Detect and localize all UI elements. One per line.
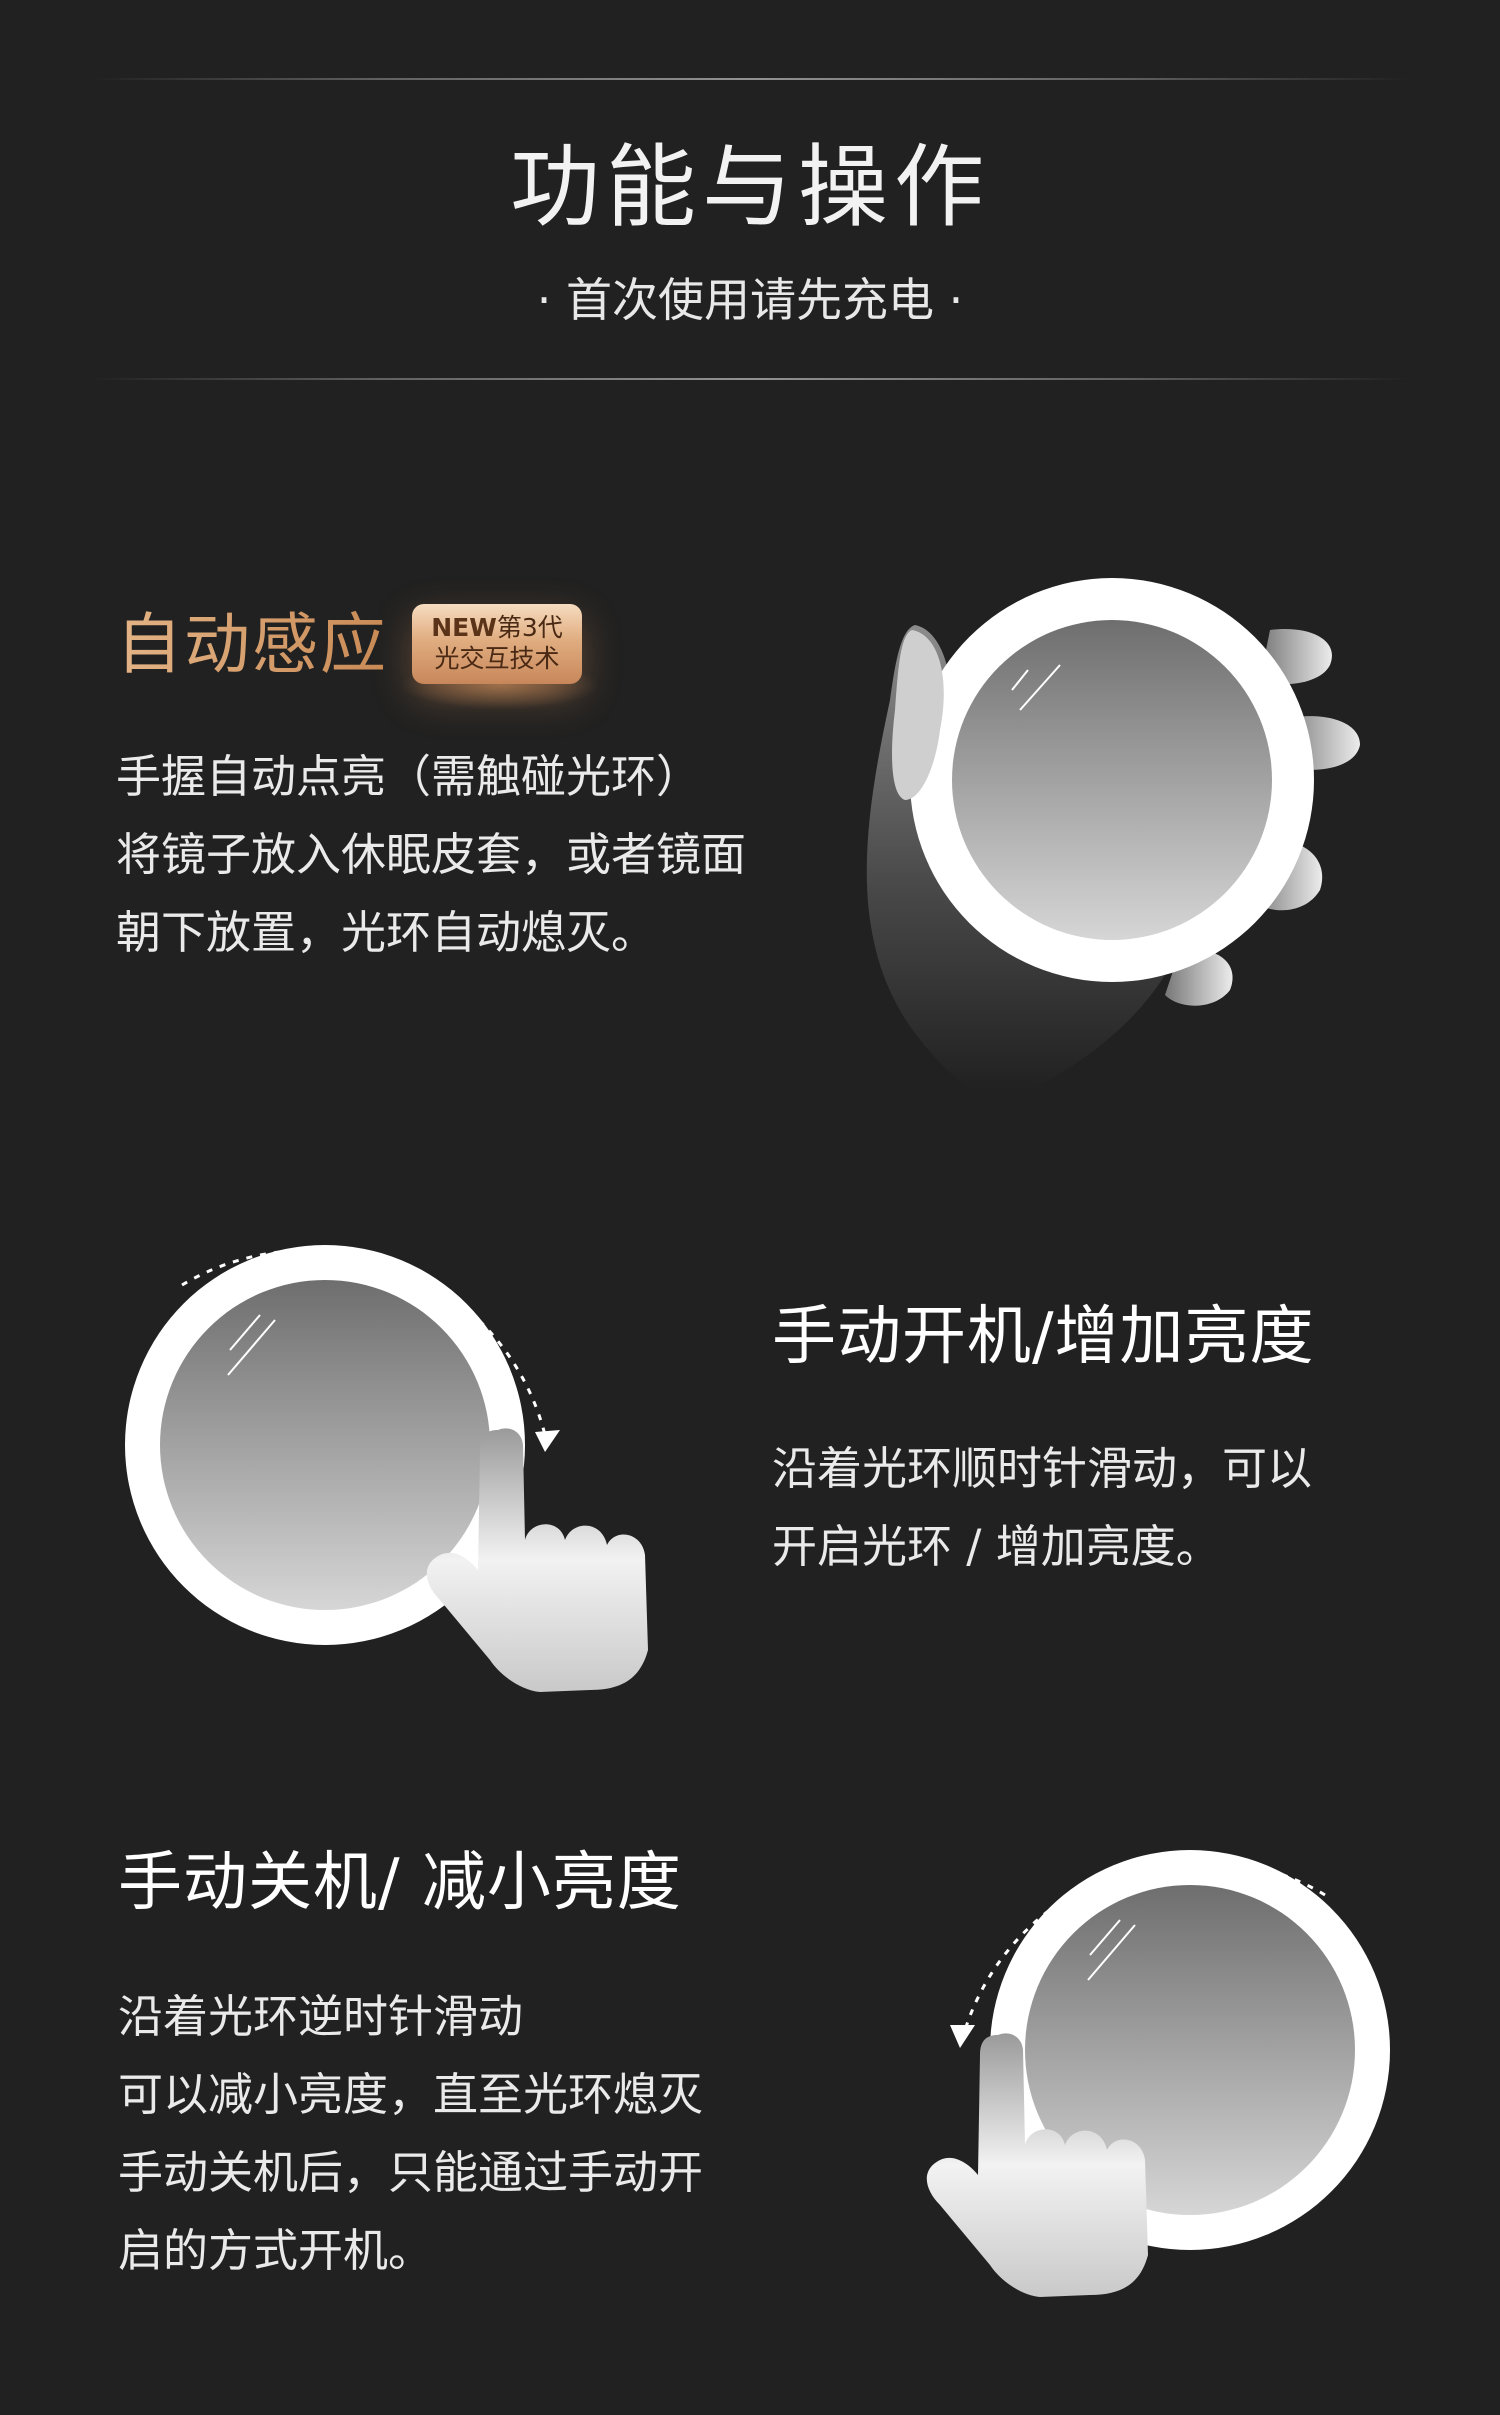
- clockwise-swipe-illustration: [125, 1245, 648, 1692]
- description-line: 可以减小亮度，直至光环熄灭: [118, 2068, 704, 2121]
- description-line: 沿着光环逆时针滑动: [118, 1990, 524, 2043]
- manual-on-description: 沿着光环顺时针滑动，可以 开启光环 / 增加亮度。: [772, 1430, 1312, 1586]
- counterclockwise-swipe-illustration: [926, 1850, 1390, 2297]
- manual-off-heading: 手动关机/ 减小亮度: [118, 1846, 682, 1920]
- manual-on-heading: 手动开机/增加亮度: [772, 1300, 1315, 1374]
- top-divider: [92, 78, 1408, 80]
- page-title: 功能与操作: [510, 135, 990, 240]
- auto-sensing-heading: 自动感应: [116, 600, 388, 690]
- badge-new-label: NEW: [431, 613, 497, 642]
- auto-sensing-description: 手握自动点亮（需触碰光环） 将镜子放入休眠皮套，或者镜面 朝下放置，光环自动熄灭…: [116, 738, 746, 972]
- hand-holding-mirror-illustration: [866, 578, 1360, 1090]
- badge-generation-label: 第3代: [496, 613, 563, 642]
- description-line: 沿着光环顺时针滑动，可以: [772, 1442, 1313, 1495]
- badge-tech-label: 光交互技术: [434, 644, 560, 673]
- bottom-divider: [92, 378, 1408, 380]
- description-line: 手握自动点亮（需触碰光环）: [116, 750, 702, 803]
- manual-off-description: 沿着光环逆时针滑动 可以减小亮度，直至光环熄灭 手动关机后，只能通过手动开 启的…: [118, 1978, 703, 2290]
- page-subtitle: · 首次使用请先充电 ·: [536, 273, 964, 327]
- description-line: 将镜子放入休眠皮套，或者镜面: [116, 828, 747, 881]
- description-line: 朝下放置，光环自动熄灭。: [116, 906, 657, 959]
- description-line: 启的方式开机。: [118, 2224, 434, 2277]
- description-line: 开启光环 / 增加亮度。: [772, 1520, 1221, 1573]
- description-line: 手动关机后，只能通过手动开: [118, 2146, 704, 2199]
- new-tech-badge: NEW第3代 光交互技术: [412, 604, 582, 684]
